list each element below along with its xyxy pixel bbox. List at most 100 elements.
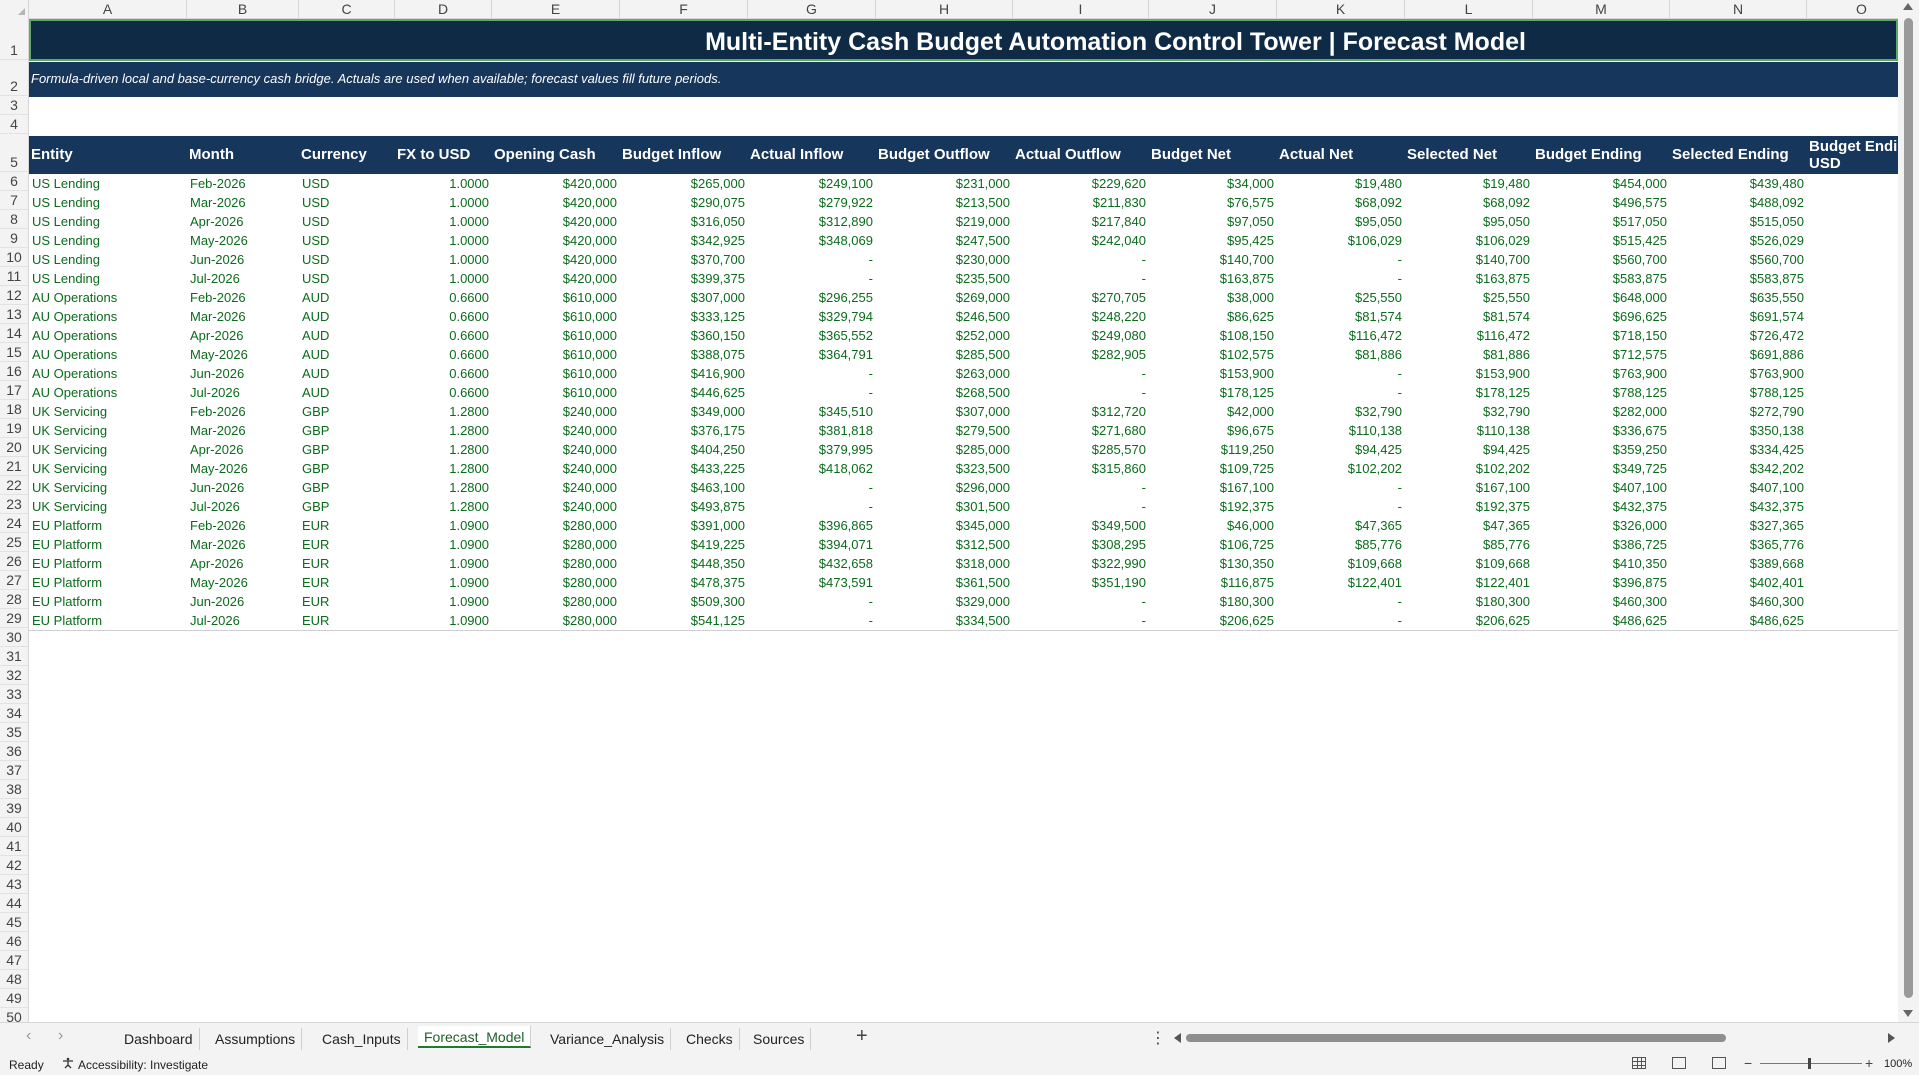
row-header[interactable]: 23 [0,495,28,514]
table-cell[interactable]: $19,480 [1405,174,1533,193]
row-header[interactable]: 21 [0,457,28,476]
table-cell[interactable]: $240,000 [492,402,620,421]
table-cell[interactable]: $81,886 [1277,345,1405,364]
table-cell[interactable]: $102,575 [1149,345,1277,364]
table-cell[interactable]: $85,776 [1405,535,1533,554]
subtitle-banner[interactable]: Formula-driven local and base-currency c… [29,62,1898,97]
table-cell[interactable]: $329,794 [748,307,876,326]
column-header-e[interactable]: E [492,0,620,18]
header-cell[interactable]: Actual Inflow [748,136,876,174]
table-cell[interactable]: $342,925 [620,231,748,250]
table-cell[interactable]: $ [1807,383,1898,402]
table-cell[interactable]: $116,472 [1405,326,1533,345]
table-cell[interactable]: $334,500 [876,611,1013,630]
table-cell[interactable]: - [1013,250,1149,269]
table-cell[interactable]: $116,875 [1149,573,1277,592]
row-header[interactable]: 30 [0,628,28,647]
table-cell[interactable]: - [748,478,876,497]
table-cell[interactable]: $365,776 [1670,535,1807,554]
table-cell[interactable]: $94,425 [1277,440,1405,459]
table-cell[interactable]: Jul-2026 [187,497,299,516]
row-header[interactable]: 3 [0,96,28,115]
scroll-right-icon[interactable] [1888,1033,1895,1043]
table-cell[interactable]: $282,000 [1533,402,1670,421]
table-cell[interactable]: $130,350 [1149,554,1277,573]
table-cell[interactable]: $247,500 [876,231,1013,250]
table-cell[interactable]: USD [299,269,395,288]
table-cell[interactable]: AU Operations [29,364,187,383]
table-cell[interactable]: $350,138 [1670,421,1807,440]
table-cell[interactable]: - [748,269,876,288]
tab-dashboard[interactable]: Dashboard [118,1028,200,1050]
table-cell[interactable]: $285,000 [876,440,1013,459]
column-header-m[interactable]: M [1533,0,1670,18]
row-header[interactable]: 39 [0,799,28,818]
table-cell[interactable]: $326,000 [1533,516,1670,535]
table-cell[interactable]: EUR [299,516,395,535]
vertical-ellipsis-icon[interactable]: ⋮ [1150,1028,1166,1048]
row-header[interactable]: 26 [0,552,28,571]
table-cell[interactable]: EUR [299,592,395,611]
table-cell[interactable]: 0.6600 [395,326,492,345]
row-header[interactable]: 37 [0,761,28,780]
column-header-d[interactable]: D [395,0,492,18]
table-cell[interactable]: $560,700 [1670,250,1807,269]
table-cell[interactable]: $420,000 [492,250,620,269]
table-cell[interactable]: $81,574 [1277,307,1405,326]
table-cell[interactable]: UK Servicing [29,459,187,478]
table-cell[interactable]: $342,202 [1670,459,1807,478]
column-header-i[interactable]: I [1013,0,1149,18]
table-cell[interactable]: USD [299,193,395,212]
column-header-b[interactable]: B [187,0,299,18]
table-cell[interactable]: $97,050 [1149,212,1277,231]
table-cell[interactable]: $ [1807,193,1898,212]
table-cell[interactable]: $ [1807,212,1898,231]
table-cell[interactable]: $285,570 [1013,440,1149,459]
table-cell[interactable]: $163,875 [1405,269,1533,288]
table-cell[interactable]: - [1277,611,1405,630]
table-cell[interactable]: Mar-2026 [187,535,299,554]
table-cell[interactable]: $ [1807,174,1898,193]
table-cell[interactable]: $86,625 [1149,307,1277,326]
table-cell[interactable]: $496,575 [1533,193,1670,212]
table-cell[interactable]: Apr-2026 [187,554,299,573]
table-cell[interactable]: Feb-2026 [187,516,299,535]
table-cell[interactable]: $312,720 [1013,402,1149,421]
table-cell[interactable]: UK Servicing [29,440,187,459]
table-cell[interactable]: $718,150 [1533,326,1670,345]
table-cell[interactable]: 0.6600 [395,364,492,383]
table-cell[interactable]: $279,500 [876,421,1013,440]
table-cell[interactable]: - [748,383,876,402]
table-cell[interactable]: AUD [299,364,395,383]
header-cell[interactable]: Selected Net [1405,136,1533,174]
table-cell[interactable]: - [1277,364,1405,383]
row-header[interactable]: 17 [0,381,28,400]
table-cell[interactable]: $240,000 [492,478,620,497]
table-cell[interactable]: - [1277,478,1405,497]
table-cell[interactable]: $359,250 [1533,440,1670,459]
table-cell[interactable]: Apr-2026 [187,440,299,459]
table-cell[interactable]: $180,300 [1405,592,1533,611]
chevron-left-icon[interactable]: ‹ [26,1027,31,1045]
table-cell[interactable]: $240,000 [492,440,620,459]
table-cell[interactable]: 0.6600 [395,345,492,364]
table-cell[interactable]: $140,700 [1149,250,1277,269]
table-cell[interactable]: $94,425 [1405,440,1533,459]
row-header[interactable]: 48 [0,970,28,989]
table-cell[interactable]: May-2026 [187,345,299,364]
table-cell[interactable]: Jul-2026 [187,383,299,402]
row-header[interactable]: 29 [0,609,28,628]
table-cell[interactable]: $109,668 [1277,554,1405,573]
table-cell[interactable]: $ [1807,459,1898,478]
row-header[interactable]: 43 [0,875,28,894]
table-cell[interactable]: 1.0900 [395,573,492,592]
table-cell[interactable]: $213,500 [876,193,1013,212]
table-cell[interactable]: US Lending [29,193,187,212]
table-cell[interactable]: $360,150 [620,326,748,345]
table-cell[interactable]: $240,000 [492,421,620,440]
header-cell[interactable]: Budget Ending [1533,136,1670,174]
row-header[interactable]: 49 [0,989,28,1008]
table-cell[interactable]: May-2026 [187,231,299,250]
table-cell[interactable]: $76,575 [1149,193,1277,212]
table-cell[interactable]: - [748,497,876,516]
